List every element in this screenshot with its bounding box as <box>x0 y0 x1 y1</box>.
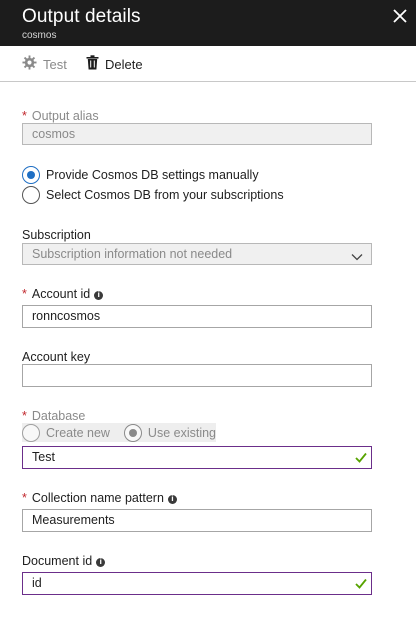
required-marker: * <box>22 109 27 123</box>
required-marker: * <box>22 409 27 423</box>
info-icon[interactable]: i <box>96 558 106 567</box>
command-bar: Test Delete <box>0 46 416 82</box>
close-icon[interactable] <box>390 6 410 26</box>
subscription-label: Subscription <box>22 228 91 242</box>
collection-label: * Collection name pattern i <box>22 491 177 505</box>
radio-create-new: Create new <box>22 423 110 442</box>
page-title: Output details <box>22 6 141 27</box>
gear-icon <box>22 55 37 73</box>
document-id-input[interactable]: id <box>22 572 372 595</box>
account-id-input[interactable]: ronncosmos <box>22 305 372 328</box>
collection-input[interactable]: Measurements <box>22 509 372 532</box>
chevron-down-icon <box>351 250 363 261</box>
account-key-input[interactable] <box>22 364 372 387</box>
radio-button[interactable] <box>22 186 40 204</box>
required-marker: * <box>22 491 27 505</box>
output-alias-input: cosmos <box>22 123 372 145</box>
radio-use-existing: Use existing <box>123 423 216 442</box>
checkmark-icon <box>355 578 367 589</box>
info-icon[interactable]: i <box>94 291 104 300</box>
subscription-select: Subscription information not needed <box>22 243 372 265</box>
test-label: Test <box>43 56 67 72</box>
database-mode-toggle: Create new Use existing <box>22 423 216 442</box>
output-alias-label: * Output alias <box>22 109 99 123</box>
document-id-label: Document id i <box>22 554 106 568</box>
radio-select-from-subscriptions[interactable]: Select Cosmos DB from your subscriptions <box>22 186 284 204</box>
radio-provide-manually[interactable]: Provide Cosmos DB settings manually <box>22 166 259 184</box>
delete-label: Delete <box>105 56 143 72</box>
trash-icon <box>86 55 99 73</box>
radio-button[interactable] <box>22 166 40 184</box>
radio-button <box>22 423 40 442</box>
test-button[interactable]: Test <box>22 55 67 73</box>
info-icon[interactable]: i <box>167 495 177 504</box>
checkmark-icon <box>355 452 367 463</box>
radio-button <box>123 423 142 442</box>
account-key-label: Account key <box>22 350 91 364</box>
delete-button[interactable]: Delete <box>86 55 143 73</box>
blade-header: Output details cosmos <box>0 0 416 46</box>
database-input[interactable]: Test <box>22 446 372 469</box>
account-id-label: * Account id i <box>22 287 104 301</box>
page-subtitle: cosmos <box>22 30 57 41</box>
database-label: * Database <box>22 409 86 423</box>
required-marker: * <box>22 287 27 301</box>
